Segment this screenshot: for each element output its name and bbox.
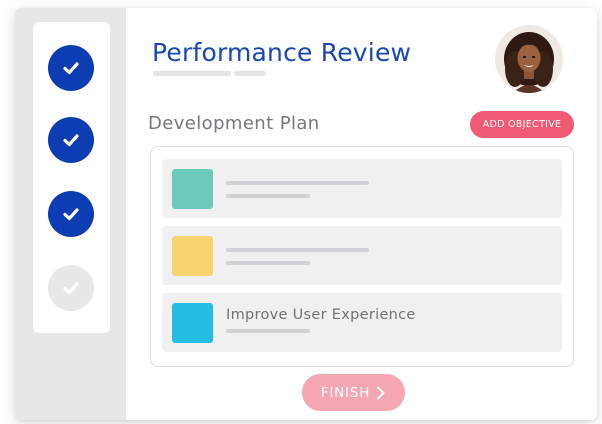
step-2-completed[interactable] — [48, 117, 94, 163]
sidebar — [15, 8, 126, 420]
step-3-completed[interactable] — [48, 191, 94, 237]
objective-item[interactable] — [162, 159, 562, 218]
avatar-portrait — [495, 25, 563, 93]
objective-item[interactable] — [162, 226, 562, 285]
finish-button-label: FINISH — [320, 384, 371, 401]
placeholder-line — [226, 261, 310, 265]
check-icon — [63, 208, 79, 221]
title-underline-short — [234, 71, 266, 76]
placeholder-line — [226, 181, 369, 185]
main-content: Performance Review Development Plan ADD … — [126, 8, 597, 420]
step-1-completed[interactable] — [48, 45, 94, 91]
add-objective-button[interactable]: ADD OBJECTIVE — [470, 111, 574, 138]
title-underline — [153, 71, 231, 76]
objective-label: Improve User Experience — [226, 307, 416, 323]
objective-item[interactable]: Improve User Experience — [162, 293, 562, 352]
objectives-list: Improve User Experience — [150, 146, 574, 367]
page-title: Performance Review — [152, 38, 412, 67]
step-4-incomplete[interactable] — [48, 265, 94, 311]
check-icon — [63, 134, 79, 147]
placeholder-line — [226, 248, 369, 252]
finish-button[interactable]: FINISH — [302, 374, 405, 411]
user-avatar[interactable] — [495, 25, 563, 93]
objective-color-swatch — [172, 303, 213, 343]
check-icon — [63, 282, 79, 295]
chevron-right-icon — [377, 386, 385, 399]
objective-color-swatch — [172, 169, 213, 209]
placeholder-line — [226, 194, 310, 198]
section-title: Development Plan — [148, 113, 320, 134]
check-icon — [63, 62, 79, 75]
step-progress-panel — [33, 22, 110, 333]
performance-review-card: Performance Review Development Plan ADD … — [15, 8, 597, 420]
objective-color-swatch — [172, 236, 213, 276]
placeholder-line — [226, 329, 310, 333]
